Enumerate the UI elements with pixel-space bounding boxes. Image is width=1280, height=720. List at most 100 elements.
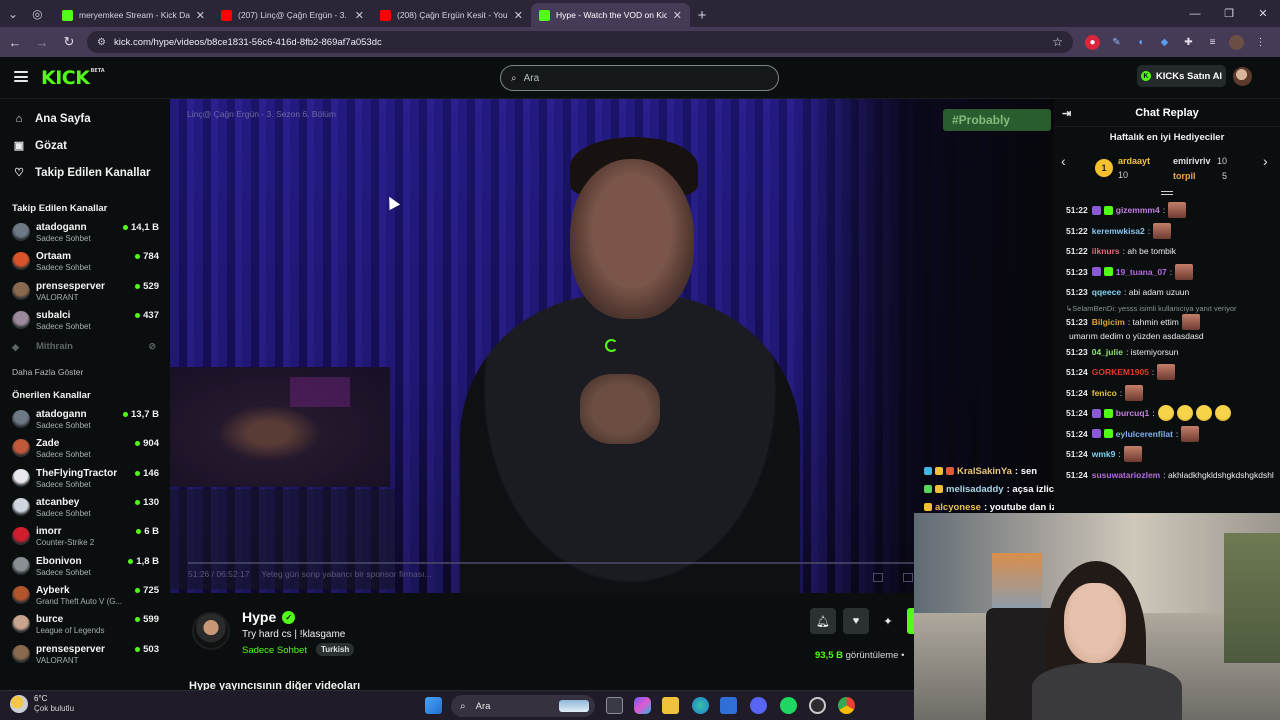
gifter-name[interactable]: torpil [1173,171,1196,181]
chat-message[interactable]: 51:22 keremwkisa2: [1066,221,1276,242]
gifter-name[interactable]: ardaayt [1118,156,1150,166]
chat-message[interactable]: 51:24 burcuq1: [1066,403,1276,424]
tab-search-icon[interactable]: ◎ [32,7,42,21]
chat-username[interactable]: eylulcerenfilat [1116,428,1173,440]
weather-widget[interactable]: 6°C Çok bulutlu [10,694,74,714]
store-icon[interactable] [720,697,737,714]
sidebar-channel[interactable]: burce League of Legends 599 [0,610,168,639]
theater-mode-icon[interactable] [873,573,883,582]
channel-name[interactable]: Hype ✓ [242,609,296,625]
nav-home[interactable]: ⌂ Ana Sayfa [0,105,168,132]
sidebar-channel[interactable]: prensesperver VALORANT 529 [0,277,168,306]
show-more-link[interactable]: Daha Fazla Göster [0,363,168,381]
obs-icon[interactable] [809,697,826,714]
gifter-name[interactable]: emirivriv [1173,156,1211,166]
new-tab-button[interactable]: + [690,3,714,27]
chrome-icon[interactable] [838,697,855,714]
chat-message[interactable]: 51:24 fenico: [1066,383,1276,404]
chat-username[interactable]: 19_tuana_07 [1116,266,1167,278]
sidebar-channel[interactable]: Ortaam Sadece Sohbet 784 [0,247,168,276]
nav-browse[interactable]: ▣ Gözat [0,132,168,159]
sidebar-channel[interactable]: TheFlyingTractor Sadece Sohbet 146 [0,464,168,493]
chevron-left-icon[interactable]: ‹ [1061,153,1066,169]
sidebar-channel[interactable]: atadogann Sadece Sohbet 13,7 B [0,405,168,434]
chat-username[interactable]: gizemmm4 [1116,204,1160,216]
taskbar-search[interactable]: ⌕ Ara [451,695,595,717]
chat-message[interactable]: 51:23 19_tuana_07: [1066,262,1276,283]
bookmark-star-icon[interactable]: ☆ [1052,35,1063,49]
copilot-icon[interactable] [634,697,651,714]
chat-message[interactable]: 51:22 ilknurs: ah be tombik [1066,241,1276,262]
chat-message[interactable]: 51:23 04_julie: istemiyorsun [1066,342,1276,363]
language-tag[interactable]: Turkish [316,643,355,656]
chat-username[interactable]: susuwatariozlem [1092,469,1161,481]
seek-bar[interactable] [188,562,1028,564]
minimize-icon[interactable]: — [1178,0,1212,27]
browser-tab[interactable]: Hype - Watch the VOD on Kick ✕ [531,3,690,27]
extension-translate-icon[interactable]: ✎ [1109,35,1124,50]
chat-message[interactable]: 51:24 eylulcerenfilat: [1066,424,1276,445]
close-tab-icon[interactable]: ✕ [196,9,205,22]
sidebar-channel[interactable]: Ebonivon Sadece Sohbet 1,8 B [0,552,168,581]
tab-list-icon[interactable]: ≡ [1205,35,1220,50]
browser-menu-icon[interactable]: ⋮ [1253,35,1268,50]
fullscreen-icon[interactable] [903,573,913,582]
chat-message[interactable]: 51:22 gizemmm4: [1066,200,1276,221]
browser-tab[interactable]: (207) Linç@ Çağn Ergün - 3. Se ✕ [213,3,372,27]
sidebar-channel[interactable]: Zade Sadece Sohbet 904 [0,434,168,463]
search-input[interactable]: ⌕ Ara [500,65,779,91]
user-avatar[interactable] [1233,67,1252,86]
back-icon[interactable]: ← [3,30,27,54]
nav-following[interactable]: ♡ Takip Edilen Kanallar [0,159,168,186]
chat-message[interactable]: 51:24 GORKEM1905: [1066,362,1276,383]
kick-logo[interactable]: KICKBETA [41,67,105,89]
sidebar-channel[interactable]: imorr Counter-Strike 26 B [0,522,168,551]
chat-message[interactable]: 51:24 susuwatariozlem: akhladkhgkldshgkds… [1066,465,1276,486]
extensions-puzzle-icon[interactable]: ✚ [1181,35,1196,50]
extension-red-icon[interactable]: ● [1085,34,1100,50]
chat-username[interactable]: GORKEM1905 [1092,366,1149,378]
chat-username[interactable]: keremwkisa2 [1092,225,1145,237]
chat-message[interactable]: 51:24 wmk9: [1066,444,1276,465]
address-bar[interactable]: ⚙ kick.com/hype/videos/b8ce1831-56c6-416… [87,31,1073,53]
browser-tab[interactable]: meryemkee Stream - Kick Dash ✕ [54,3,213,27]
site-info-icon[interactable]: ⚙ [97,37,106,48]
chat-message[interactable]: 51:23 qqeece: abi adam uzuun [1066,282,1276,303]
forward-icon[interactable]: → [30,30,54,54]
close-window-icon[interactable]: ✕ [1246,0,1280,27]
sidebar-channel[interactable]: prensesperver VALORANT 503 [0,640,168,669]
discord-icon[interactable] [750,697,767,714]
sidebar-channel[interactable]: Ayberk Grand Theft Auto V (G... 725 [0,581,168,610]
chat-username[interactable]: Bilgicim [1092,316,1125,328]
close-tab-icon[interactable]: ✕ [355,9,364,22]
spotify-icon[interactable] [780,697,797,714]
extension-audio-icon[interactable]: ◖ [1133,35,1148,50]
chat-username[interactable]: qqeece [1092,286,1121,298]
collapse-chat-icon[interactable]: ⇥ [1062,107,1071,120]
notification-bell-button[interactable]: 🔔︎ [810,608,836,634]
close-tab-icon[interactable]: ✕ [673,9,682,22]
follow-heart-button[interactable]: ♥ [843,608,869,634]
offline-channel[interactable]: ◆ Mithrain ⊘ [0,335,168,357]
close-tab-icon[interactable]: ✕ [514,9,523,22]
category-link[interactable]: Sadece Sohbet [242,645,307,656]
sidebar-channel[interactable]: subalci Sadece Sohbet 437 [0,306,168,335]
sparkle-button[interactable]: ✦ [875,608,901,634]
start-icon[interactable] [425,697,442,714]
drag-handle-icon[interactable] [1161,191,1173,195]
profile-avatar-icon[interactable] [1229,34,1244,50]
sidebar-channel[interactable]: atcanbey Sadece Sohbet 130 [0,493,168,522]
channel-avatar[interactable] [192,612,230,650]
chat-username[interactable]: 04_julie [1092,346,1123,358]
extension-shield-icon[interactable]: ◆ [1157,35,1172,50]
menu-icon[interactable] [14,71,28,82]
reload-icon[interactable]: ↻ [57,30,81,54]
restore-icon[interactable]: ❐ [1212,0,1246,27]
chat-username[interactable]: wmk9 [1092,448,1116,460]
chat-username[interactable]: ilknurs [1092,245,1120,257]
buy-kicks-button[interactable]: K KICKs Satın Al [1137,65,1226,87]
edge-icon[interactable] [692,697,709,714]
chevron-right-icon[interactable]: › [1263,153,1268,169]
tab-actions-icon[interactable]: ⌄ [8,7,18,21]
sidebar-channel[interactable]: atadogann Sadece Sohbet 14,1 B [0,218,168,247]
